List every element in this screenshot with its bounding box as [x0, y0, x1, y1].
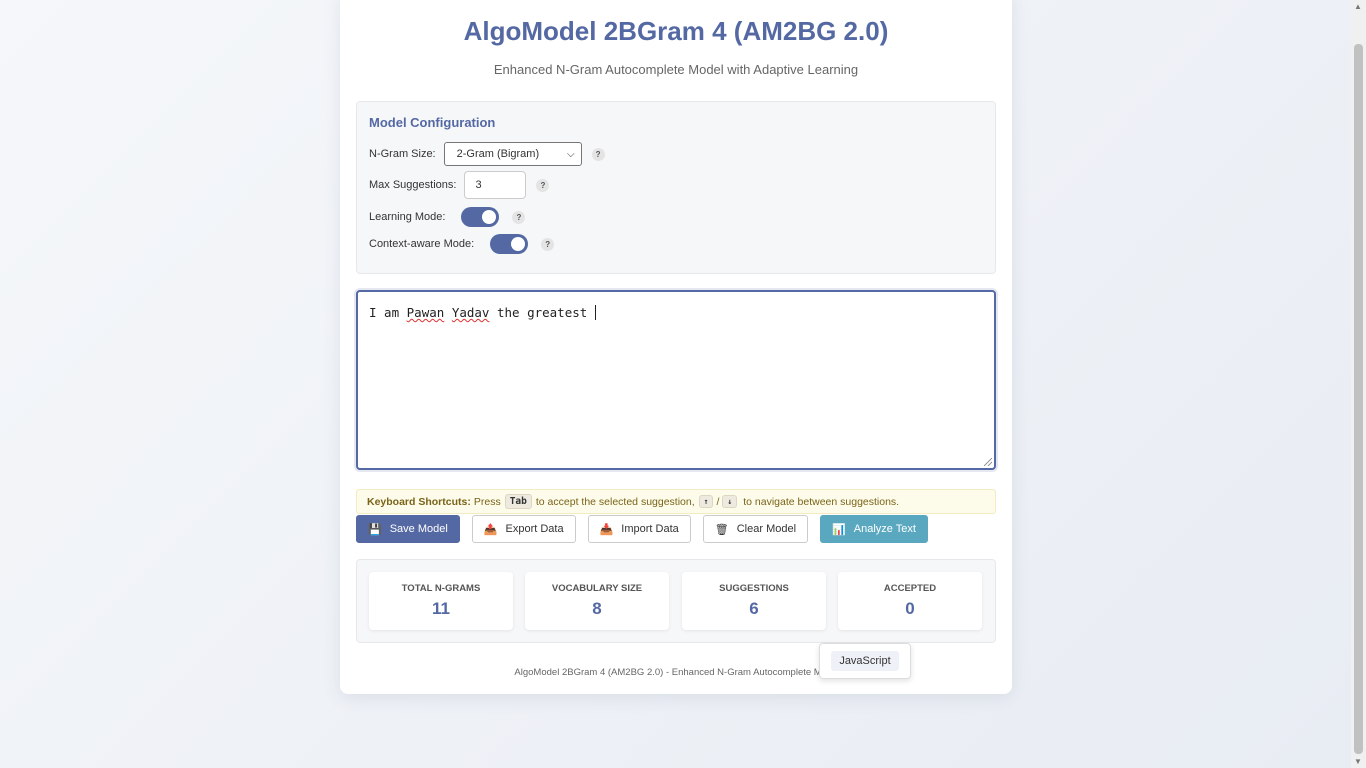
toggle-knob: [482, 210, 497, 224]
editor-text-segment: the greatest: [489, 305, 595, 320]
ngram-row: N-Gram Size: 2-Gram (Bigram) ⌵ ?: [369, 142, 605, 166]
context-mode-row: Context-aware Mode: ?: [369, 234, 555, 254]
learning-mode-help-icon[interactable]: ?: [512, 210, 526, 224]
max-suggestions-input[interactable]: 3: [464, 171, 527, 199]
context-mode-toggle[interactable]: [490, 234, 529, 254]
resize-handle[interactable]: [984, 458, 992, 466]
learning-mode-row: Learning Mode: ?: [369, 207, 526, 227]
learning-mode-label: Learning Mode:: [369, 211, 446, 223]
footer-text: AlgoModel 2BGram 4 (AM2BG 2.0) - Enhance…: [514, 667, 838, 678]
inbox-tray-icon: 📥: [599, 523, 614, 536]
context-mode-help-icon[interactable]: ?: [541, 237, 555, 251]
main-card: AlgoModel 2BGram 4 (AM2BG 2.0) Enhanced …: [340, 0, 1012, 694]
context-mode-label: Context-aware Mode:: [369, 238, 475, 250]
export-data-label: Export Data: [505, 523, 564, 535]
scrollbar-thumb[interactable]: [1354, 44, 1363, 754]
editor-text-segment: [444, 305, 452, 320]
arrow-down-key: ↓: [722, 495, 738, 508]
stat-label: ACCEPTED: [883, 583, 937, 594]
model-config-panel: Model Configuration N-Gram Size: 2-Gram …: [356, 101, 996, 274]
keyboard-shortcuts-notice: Keyboard Shortcuts: Press Tab to accept …: [356, 489, 996, 514]
suggestion-item[interactable]: JavaScript: [831, 651, 899, 671]
stat-label: VOCABULARY SIZE: [551, 583, 643, 594]
suggestion-popup: JavaScript: [819, 643, 911, 679]
ngram-size-value: 2-Gram (Bigram): [456, 148, 540, 160]
trash-icon: 🗑: [714, 523, 729, 536]
scroll-up-arrow-icon[interactable]: ▲: [1354, 2, 1362, 11]
stat-accepted: ACCEPTED 0: [838, 572, 982, 630]
shortcuts-heading: Keyboard Shortcuts:: [367, 495, 471, 508]
stat-value: 0: [905, 599, 915, 618]
clear-model-label: Clear Model: [736, 523, 797, 535]
import-data-label: Import Data: [621, 523, 679, 535]
stats-panel: TOTAL N-GRAMS 11 VOCABULARY SIZE 8 SUGGE…: [356, 559, 996, 643]
outbox-tray-icon: 📤: [483, 523, 498, 536]
misspelled-word: Pawan: [406, 305, 445, 320]
export-data-button[interactable]: 📤 Export Data: [471, 515, 576, 543]
ngram-size-select[interactable]: 2-Gram (Bigram) ⌵: [443, 142, 582, 166]
editor-content: I am Pawan Yadav the greatest: [369, 305, 596, 320]
bar-chart-icon: 📊: [832, 523, 846, 536]
stat-label: SUGGESTIONS: [719, 583, 789, 594]
max-suggestions-label: Max Suggestions:: [369, 179, 457, 191]
vertical-scrollbar[interactable]: ▲ ▼: [1351, 0, 1366, 768]
save-model-button[interactable]: 💾 Save Model: [356, 515, 460, 543]
action-buttons: 💾 Save Model 📤 Export Data 📥 Import Data…: [356, 515, 940, 543]
ngram-help-icon[interactable]: ?: [591, 147, 605, 161]
stat-suggestions: SUGGESTIONS 6: [682, 572, 826, 630]
ngram-label: N-Gram Size:: [369, 148, 436, 160]
clear-model-button[interactable]: 🗑 Clear Model: [702, 515, 809, 543]
scroll-down-arrow-icon[interactable]: ▼: [1354, 757, 1362, 766]
import-data-button[interactable]: 📥 Import Data: [587, 515, 691, 543]
shortcuts-text: to navigate between suggestions.: [743, 495, 900, 508]
stat-value: 11: [432, 599, 450, 618]
learning-mode-toggle[interactable]: [461, 207, 500, 227]
max-suggestions-row: Max Suggestions: 3 ?: [369, 171, 550, 199]
max-suggestions-help-icon[interactable]: ?: [536, 178, 550, 192]
stat-vocabulary-size: VOCABULARY SIZE 8: [525, 572, 669, 630]
page-subtitle: Enhanced N-Gram Autocomplete Model with …: [493, 62, 859, 77]
text-input-area[interactable]: I am Pawan Yadav the greatest: [356, 290, 996, 470]
shortcuts-text: Press: [473, 495, 501, 508]
tab-key: Tab: [504, 494, 532, 509]
arrow-up-key: ↑: [698, 495, 714, 508]
stat-label: TOTAL N-GRAMS: [401, 583, 481, 594]
toggle-knob: [511, 237, 526, 251]
shortcuts-text: to accept the selected suggestion,: [535, 495, 695, 508]
stat-value: 8: [592, 599, 602, 618]
chevron-down-icon: ⌵: [567, 148, 575, 160]
analyze-text-button[interactable]: 📊 Analyze Text: [820, 515, 928, 543]
config-title: Model Configuration: [369, 115, 496, 130]
stat-value: 6: [749, 599, 759, 618]
misspelled-word: Yadav: [451, 305, 490, 320]
floppy-disk-icon: 💾: [368, 523, 382, 536]
analyze-text-label: Analyze Text: [853, 523, 916, 535]
stat-total-ngrams: TOTAL N-GRAMS 11: [369, 572, 513, 630]
text-caret: [594, 305, 596, 320]
shortcuts-slash: /: [716, 495, 720, 508]
save-model-label: Save Model: [389, 523, 448, 535]
editor-text-segment: I am: [369, 305, 407, 320]
page-title: AlgoModel 2BGram 4 (AM2BG 2.0): [463, 16, 889, 46]
